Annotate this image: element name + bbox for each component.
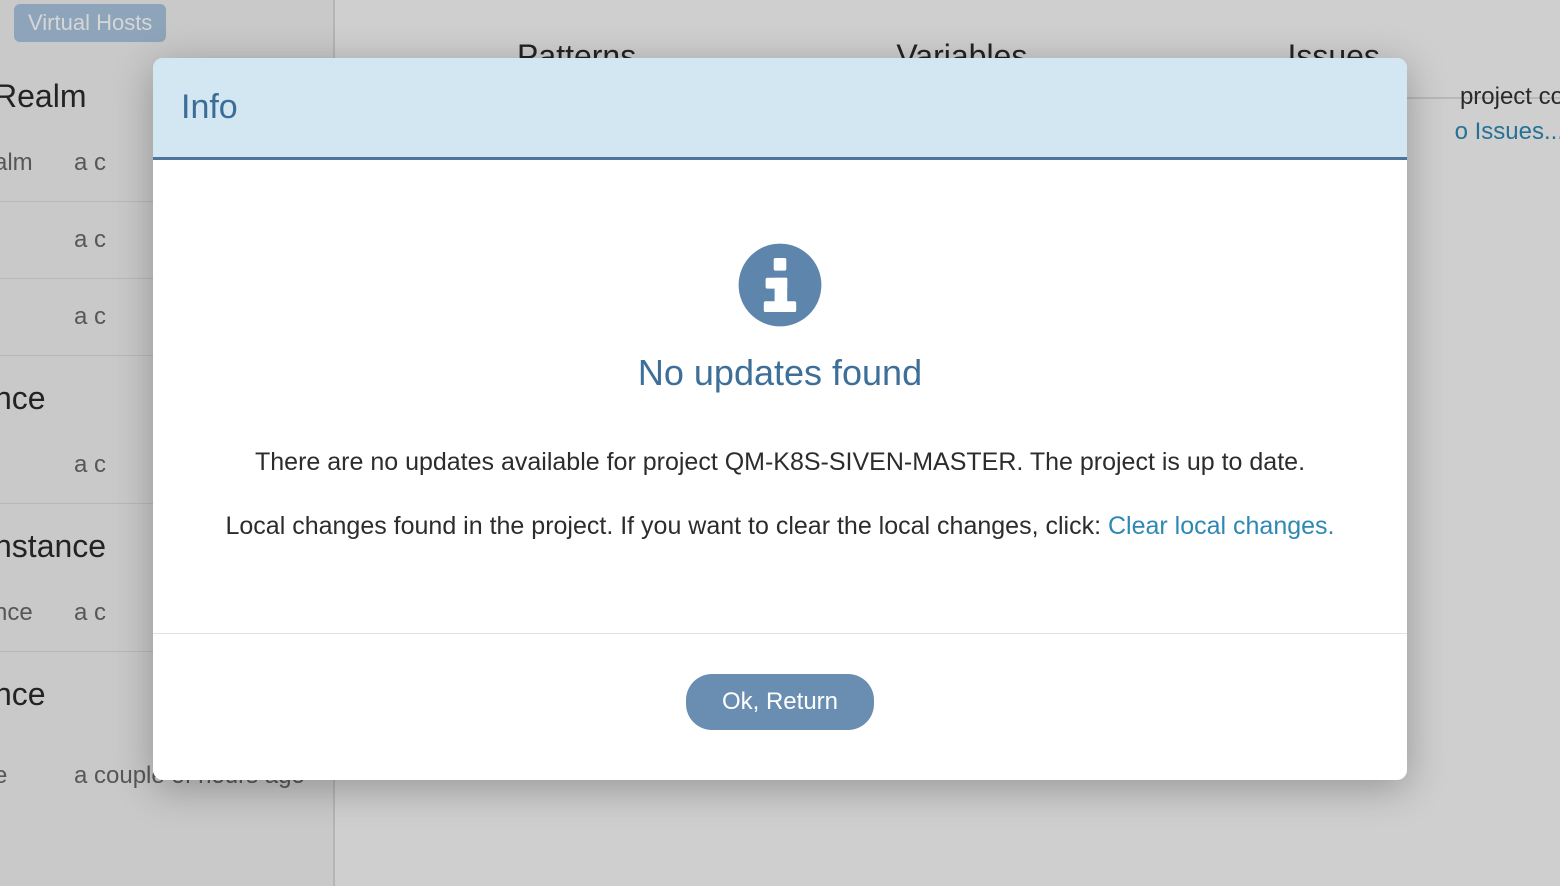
modal-header-title: Info <box>181 88 1379 127</box>
modal-header: Info <box>153 58 1407 160</box>
modal-text-2-pre: Local changes found in the project. If y… <box>226 512 1108 540</box>
modal-overlay: Info No updates found There are no updat… <box>0 0 1560 886</box>
info-modal: Info No updates found There are no updat… <box>153 58 1407 780</box>
modal-footer: Ok, Return <box>153 633 1407 780</box>
clear-local-changes-link[interactable]: Clear local changes. <box>1108 512 1335 540</box>
modal-text-1: There are no updates available for proje… <box>193 444 1367 480</box>
modal-body: No updates found There are no updates av… <box>153 160 1407 633</box>
ok-return-button[interactable]: Ok, Return <box>686 674 874 730</box>
modal-heading: No updates found <box>193 352 1367 394</box>
modal-text-2: Local changes found in the project. If y… <box>193 508 1367 544</box>
info-icon <box>735 240 825 330</box>
